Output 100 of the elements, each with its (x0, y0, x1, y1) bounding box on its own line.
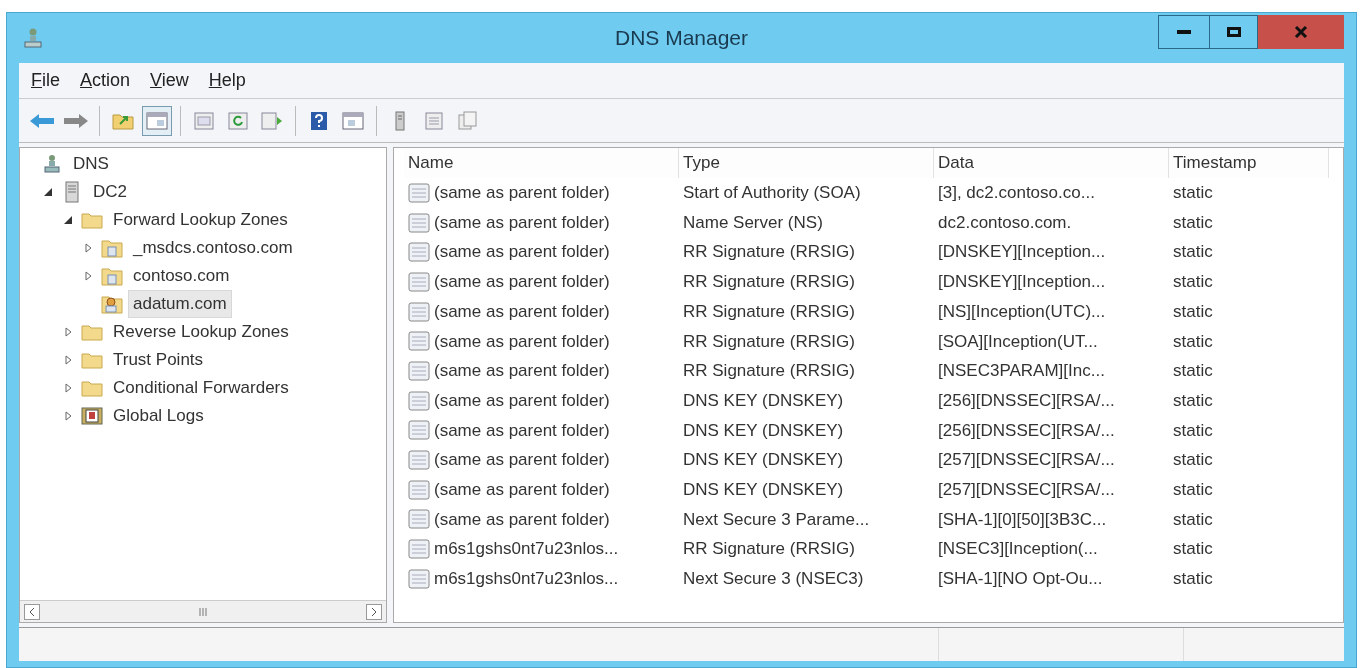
table-cell-text: static (1173, 478, 1213, 501)
table-cell-text: static (1173, 538, 1213, 561)
table-cell-text: (same as parent folder) (434, 211, 610, 234)
scrollbar-grip-icon[interactable] (198, 607, 208, 616)
table-cell-text: [SHA-1][0][50][3B3C... (938, 508, 1107, 531)
table-cell-text: static (1173, 568, 1213, 591)
table-cell-text: dc2.contoso.com. (938, 211, 1072, 234)
collapsed-arrow-icon[interactable] (64, 327, 72, 337)
tree-item[interactable]: adatum.com (128, 290, 232, 318)
tree-item[interactable]: DC2 (88, 178, 132, 206)
table-cell-text: Name Server (NS) (683, 211, 823, 234)
table-cell-text: (same as parent folder) (434, 419, 610, 442)
table-cell-text: (same as parent folder) (434, 508, 610, 531)
table-cell-text: [256][DNSSEC][RSA/... (938, 419, 1115, 442)
table-cell-text: (same as parent folder) (434, 478, 610, 501)
table-cell-text: m6s1gshs0nt7u23nlos... (434, 538, 619, 561)
collapsed-arrow-icon[interactable] (64, 411, 72, 421)
table-cell-text: (same as parent folder) (434, 389, 610, 412)
horizontal-scrollbar[interactable] (20, 600, 386, 622)
table-cell-text: Start of Authority (SOA) (683, 182, 861, 205)
table-cell-text: RR Signature (RRSIG) (683, 271, 855, 294)
close-icon (1294, 26, 1308, 38)
folder-icon (81, 351, 103, 369)
collapsed-arrow-icon[interactable] (64, 383, 72, 393)
expanded-arrow-icon[interactable] (43, 187, 53, 197)
record-icon (408, 242, 430, 263)
tree-item[interactable]: Reverse Lookup Zones (108, 318, 294, 346)
table-cell-text: [SOA][Inception(UT... (938, 330, 1098, 353)
log-book-icon (81, 406, 103, 426)
table-cell-text: static (1173, 330, 1213, 353)
table-cell-text: static (1173, 241, 1213, 264)
table-cell-text: DNS KEY (DNSKEY) (683, 419, 844, 442)
record-icon (408, 360, 430, 381)
table-cell-text: RR Signature (RRSIG) (683, 360, 855, 383)
collapsed-arrow-icon[interactable] (64, 355, 72, 365)
record-icon (408, 301, 430, 322)
scroll-right-icon[interactable] (366, 603, 382, 620)
window-pane-icon (342, 111, 364, 130)
console-tree-button[interactable] (142, 105, 172, 136)
table-cell-text: (same as parent folder) (434, 300, 610, 323)
record-icon (408, 509, 430, 530)
table-cell-text: RR Signature (RRSIG) (683, 300, 855, 323)
server-icon (395, 110, 405, 131)
maximize-icon (1226, 27, 1241, 37)
collapsed-arrow-icon[interactable] (84, 271, 92, 281)
table-cell-text: RR Signature (RRSIG) (683, 241, 855, 264)
table-cell-text: RR Signature (RRSIG) (683, 330, 855, 353)
minimize-icon (1177, 30, 1191, 34)
expanded-arrow-icon[interactable] (63, 215, 73, 225)
folder-icon (81, 323, 103, 341)
table-cell-text: (same as parent folder) (434, 330, 610, 353)
folder-icon (81, 379, 103, 397)
table-cell-text: Next Secure 3 Parame... (683, 508, 870, 531)
table-cell-text: DNS KEY (DNSKEY) (683, 449, 844, 472)
table-cell-text: [DNSKEY][Inception... (938, 241, 1106, 264)
record-icon (408, 450, 430, 471)
table-cell-text: (same as parent folder) (434, 271, 610, 294)
tree-item[interactable]: Forward Lookup Zones (108, 206, 293, 234)
forward-arrow-icon (63, 112, 89, 129)
table-cell-text: [257][DNSSEC][RSA/... (938, 478, 1115, 501)
record-icon (408, 390, 430, 411)
table-cell-text: [NS][Inception(UTC)... (938, 300, 1106, 323)
tree-item[interactable]: _msdcs.contoso.com (128, 234, 298, 262)
table-cell-text: m6s1gshs0nt7u23nlos... (434, 568, 619, 591)
tree-item[interactable]: Conditional Forwarders (108, 374, 294, 402)
record-icon (408, 539, 430, 560)
record-icon (408, 182, 430, 203)
table-cell-text: [DNSKEY][Inception... (938, 271, 1106, 294)
record-icon (408, 568, 430, 589)
scroll-left-icon[interactable] (24, 603, 40, 620)
collapsed-arrow-icon[interactable] (84, 243, 92, 253)
table-cell-text: [3], dc2.contoso.co... (938, 182, 1095, 205)
menu-item[interactable]: View (150, 67, 189, 94)
tree-item[interactable]: contoso.com (128, 262, 235, 290)
table-cell-text: static (1173, 271, 1213, 294)
table-cell-text: (same as parent folder) (434, 449, 610, 472)
menu-item[interactable]: File (31, 67, 60, 94)
table-cell-text: static (1173, 419, 1213, 442)
minimize-button[interactable] (1158, 15, 1210, 49)
tree-item[interactable]: Trust Points (108, 346, 209, 374)
table-cell-text: (same as parent folder) (434, 241, 610, 264)
table-cell-text: static (1173, 182, 1213, 205)
table-cell-text: DNS KEY (DNSKEY) (683, 478, 844, 501)
back-arrow-icon (29, 112, 55, 129)
window-pane-icon (146, 111, 168, 130)
server-icon (65, 181, 79, 203)
tree-item[interactable]: Global Logs (108, 402, 209, 430)
record-icon (408, 271, 430, 292)
record-icon (408, 420, 430, 441)
help-icon (310, 110, 328, 131)
menu-item[interactable]: Action (80, 67, 131, 94)
table-cell-text: static (1173, 449, 1213, 472)
list-icon (425, 111, 443, 130)
record-icon (408, 331, 430, 352)
menu-item[interactable]: Help (208, 67, 246, 94)
table-cell-text: static (1173, 211, 1213, 234)
table-cell-text: Next Secure 3 (NSEC3) (683, 568, 864, 591)
tree-item[interactable]: DNS (68, 150, 114, 178)
documents-icon (458, 110, 478, 131)
zone-folder-icon (101, 238, 123, 258)
